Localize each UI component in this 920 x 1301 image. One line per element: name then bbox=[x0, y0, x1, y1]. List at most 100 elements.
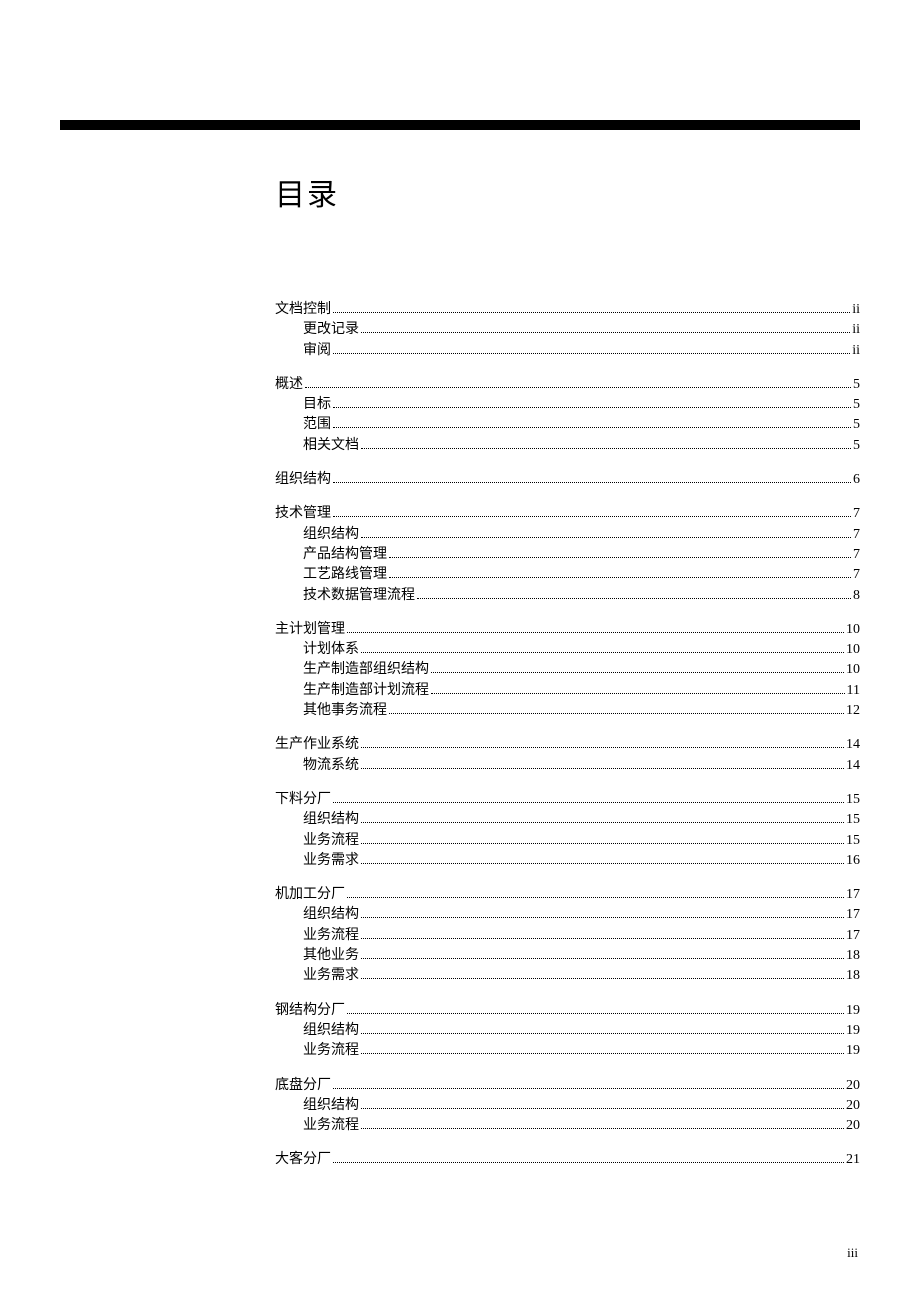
toc-entry-label: 计划体系 bbox=[303, 640, 359, 660]
toc-entry-label: 技术数据管理流程 bbox=[303, 586, 415, 606]
toc-entry[interactable]: 生产制造部组织结构10 bbox=[275, 660, 860, 680]
toc-entry-label: 组织结构 bbox=[275, 470, 331, 490]
toc-leader-dots bbox=[333, 427, 851, 428]
toc-entry[interactable]: 组织结构 20 bbox=[275, 1096, 860, 1116]
toc-entry-label: 业务流程 bbox=[303, 926, 359, 946]
toc-entry[interactable]: 底盘分厂20 bbox=[275, 1076, 860, 1096]
toc-section-gap bbox=[275, 456, 860, 470]
toc-entry[interactable]: 技术管理 7 bbox=[275, 504, 860, 524]
toc-entry[interactable]: 主计划管理10 bbox=[275, 620, 860, 640]
toc-entry[interactable]: 业务流程17 bbox=[275, 926, 860, 946]
toc-section-gap bbox=[275, 606, 860, 620]
toc-entry-label: 范围 bbox=[303, 415, 331, 435]
toc-entry[interactable]: 其他事务流程 12 bbox=[275, 701, 860, 721]
toc-entry[interactable]: 业务需求18 bbox=[275, 966, 860, 986]
toc-entry-label: 工艺路线管理 bbox=[303, 565, 387, 585]
toc-entry[interactable]: 相关文档5 bbox=[275, 436, 860, 456]
toc-entry[interactable]: 业务需求16 bbox=[275, 851, 860, 871]
toc-entry[interactable]: 机加工分厂 17 bbox=[275, 885, 860, 905]
toc-entry[interactable]: 更改记录ii bbox=[275, 320, 860, 340]
toc-leader-dots bbox=[389, 713, 844, 714]
toc-entry-label: 生产制造部计划流程 bbox=[303, 681, 429, 701]
toc-entry[interactable]: 业务流程20 bbox=[275, 1116, 860, 1136]
toc-entry-page: 19 bbox=[846, 1001, 860, 1021]
toc-entry[interactable]: 产品结构管理7 bbox=[275, 545, 860, 565]
toc-entry[interactable]: 大客分厂21 bbox=[275, 1150, 860, 1170]
toc-entry-label: 组织结构 bbox=[303, 1096, 359, 1116]
toc-entry[interactable]: 钢结构分厂 19 bbox=[275, 1001, 860, 1021]
toc-entry-label: 组织结构 bbox=[303, 905, 359, 925]
toc-entry-label: 审阅 bbox=[303, 341, 331, 361]
toc-entry-label: 生产制造部组织结构 bbox=[303, 660, 429, 680]
toc-entry[interactable]: 业务流程19 bbox=[275, 1041, 860, 1061]
toc-entry-page: 7 bbox=[853, 504, 860, 524]
toc-entry-label: 业务需求 bbox=[303, 851, 359, 871]
toc-leader-dots bbox=[361, 448, 851, 449]
toc-entry-label: 其他业务 bbox=[303, 946, 359, 966]
toc-entry-label: 其他事务流程 bbox=[303, 701, 387, 721]
toc-leader-dots bbox=[361, 938, 844, 939]
toc-leader-dots bbox=[333, 516, 851, 517]
toc-entry-label: 概述 bbox=[275, 375, 303, 395]
toc-leader-dots bbox=[333, 407, 851, 408]
toc-entry[interactable]: 文档控制ii bbox=[275, 300, 860, 320]
toc-leader-dots bbox=[361, 863, 844, 864]
toc-leader-dots bbox=[361, 958, 844, 959]
toc-entry[interactable]: 范围5 bbox=[275, 415, 860, 435]
toc-entry[interactable]: 计划体系 10 bbox=[275, 640, 860, 660]
toc-entry[interactable]: 其他业务18 bbox=[275, 946, 860, 966]
toc-leader-dots bbox=[361, 1128, 844, 1129]
toc-entry-page: 15 bbox=[846, 831, 860, 851]
document-page: 目录 文档控制ii更改记录ii审阅ii概述5目标5范围5相关文档5组织结构6技术… bbox=[0, 0, 920, 1301]
toc-entry[interactable]: 组织结构 6 bbox=[275, 470, 860, 490]
toc-entry[interactable]: 技术数据管理流程8 bbox=[275, 586, 860, 606]
toc-section-gap bbox=[275, 1062, 860, 1076]
toc-entry[interactable]: 工艺路线管理7 bbox=[275, 565, 860, 585]
toc-entry[interactable]: 组织结构7 bbox=[275, 525, 860, 545]
toc-entry-label: 机加工分厂 bbox=[275, 885, 345, 905]
toc-entry-page: 14 bbox=[846, 735, 860, 755]
toc-leader-dots bbox=[333, 1162, 844, 1163]
toc-entry-label: 业务需求 bbox=[303, 966, 359, 986]
toc-entry-page: 11 bbox=[847, 681, 860, 701]
toc-entry[interactable]: 目标5 bbox=[275, 395, 860, 415]
toc-entry-label: 钢结构分厂 bbox=[275, 1001, 345, 1021]
toc-entry-page: 12 bbox=[846, 701, 860, 721]
toc-leader-dots bbox=[333, 1088, 844, 1089]
toc-entry-label: 大客分厂 bbox=[275, 1150, 331, 1170]
toc-entry[interactable]: 下料分厂15 bbox=[275, 790, 860, 810]
toc-leader-dots bbox=[333, 482, 851, 483]
toc-entry-label: 底盘分厂 bbox=[275, 1076, 331, 1096]
toc-entry-label: 生产作业系统 bbox=[275, 735, 359, 755]
toc-leader-dots bbox=[361, 768, 844, 769]
toc-leader-dots bbox=[361, 1053, 844, 1054]
toc-entry-page: 20 bbox=[846, 1116, 860, 1136]
toc-entry-page: 10 bbox=[846, 620, 860, 640]
toc-entry[interactable]: 审阅ii bbox=[275, 341, 860, 361]
toc-entry[interactable]: 组织结构15 bbox=[275, 810, 860, 830]
toc-entry[interactable]: 概述 5 bbox=[275, 375, 860, 395]
toc-entry-label: 业务流程 bbox=[303, 831, 359, 851]
page-number: iii bbox=[847, 1245, 858, 1261]
toc-entry[interactable]: 生产制造部计划流程 11 bbox=[275, 681, 860, 701]
toc-entry[interactable]: 组织结构 17 bbox=[275, 905, 860, 925]
toc-entry-page: 7 bbox=[853, 545, 860, 565]
toc-entry-page: 5 bbox=[853, 375, 860, 395]
toc-section-gap bbox=[275, 776, 860, 790]
toc-entry[interactable]: 组织结构19 bbox=[275, 1021, 860, 1041]
toc-leader-dots bbox=[417, 598, 851, 599]
toc-leader-dots bbox=[361, 652, 844, 653]
toc-entry-page: 20 bbox=[846, 1096, 860, 1116]
toc-entry[interactable]: 物流系统14 bbox=[275, 756, 860, 776]
toc-entry-page: 14 bbox=[846, 756, 860, 776]
toc-entry-label: 技术管理 bbox=[275, 504, 331, 524]
toc-entry[interactable]: 生产作业系统 14 bbox=[275, 735, 860, 755]
toc-entry-page: 17 bbox=[846, 905, 860, 925]
toc-entry-label: 相关文档 bbox=[303, 436, 359, 456]
toc-entry-label: 组织结构 bbox=[303, 525, 359, 545]
toc-entry-page: 10 bbox=[846, 640, 860, 660]
toc-entry-page: 6 bbox=[853, 470, 860, 490]
toc-entry[interactable]: 业务流程 15 bbox=[275, 831, 860, 851]
toc-entry-page: 17 bbox=[846, 885, 860, 905]
toc-leader-dots bbox=[431, 693, 845, 694]
